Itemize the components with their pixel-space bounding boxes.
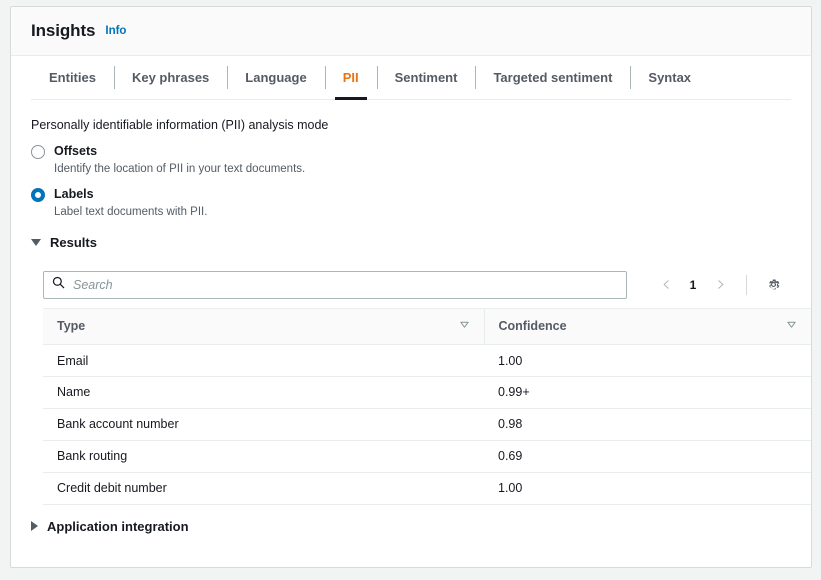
search-box[interactable]	[43, 271, 627, 299]
table-header: Type Confidence	[43, 308, 811, 344]
caret-down-icon	[31, 239, 41, 246]
tab-syntax[interactable]: Syntax	[630, 56, 709, 99]
results-table: Type Confidence	[43, 308, 811, 505]
tab-entities[interactable]: Entities	[31, 56, 114, 99]
column-label: Type	[57, 319, 85, 333]
radio-offsets-control[interactable]	[31, 145, 45, 159]
tab-label: Key phrases	[132, 70, 209, 85]
application-integration-expander[interactable]: Application integration	[31, 519, 791, 534]
cell-confidence: 1.00	[484, 472, 811, 504]
radio-labels-control[interactable]	[31, 188, 45, 202]
search-icon	[52, 276, 65, 294]
sort-descending-icon[interactable]	[459, 319, 470, 333]
tab-label: PII	[343, 70, 359, 85]
radio-offsets-text: Offsets Identify the location of PII in …	[54, 143, 305, 177]
search-input[interactable]	[73, 278, 626, 292]
tab-label: Targeted sentiment	[493, 70, 612, 85]
insights-card: Insights Info Entities Key phrases Langu…	[10, 6, 812, 568]
results-expander[interactable]: Results	[31, 235, 791, 250]
cell-type: Email	[43, 344, 484, 376]
info-link[interactable]: Info	[105, 25, 126, 37]
cell-type: Credit debit number	[43, 472, 484, 504]
tab-list: Entities Key phrases Language PII Sentim…	[31, 56, 791, 100]
tab-label: Language	[245, 70, 306, 85]
cell-confidence: 0.98	[484, 408, 811, 440]
table-row[interactable]: Name 0.99+	[43, 376, 811, 408]
caret-right-icon	[31, 521, 38, 531]
cell-type: Bank routing	[43, 440, 484, 472]
table-row[interactable]: Bank account number 0.98	[43, 408, 811, 440]
table-row[interactable]: Credit debit number 1.00	[43, 472, 811, 504]
cell-type: Bank account number	[43, 408, 484, 440]
tab-pii[interactable]: PII	[325, 56, 377, 99]
column-header-type[interactable]: Type	[43, 308, 484, 344]
radio-offsets-description: Identify the location of PII in your tex…	[54, 162, 305, 178]
cell-confidence: 0.69	[484, 440, 811, 472]
page-title: Insights	[31, 21, 95, 41]
column-label: Confidence	[499, 319, 567, 333]
table-body: Email 1.00 Name 0.99+ Bank account numbe…	[43, 344, 811, 504]
tab-label: Syntax	[648, 70, 691, 85]
table-row[interactable]: Email 1.00	[43, 344, 811, 376]
cell-confidence: 1.00	[484, 344, 811, 376]
chevron-left-icon[interactable]	[652, 271, 680, 299]
tab-label: Sentiment	[395, 70, 458, 85]
card-header: Insights Info	[11, 7, 811, 56]
gear-icon[interactable]	[759, 271, 787, 299]
results-label: Results	[50, 235, 97, 250]
tab-sentiment[interactable]: Sentiment	[377, 56, 476, 99]
tab-label: Entities	[49, 70, 96, 85]
radio-offsets-label: Offsets	[54, 143, 305, 160]
results-table-block: 1	[31, 262, 791, 505]
cell-type: Name	[43, 376, 484, 408]
tab-key-phrases[interactable]: Key phrases	[114, 56, 227, 99]
sort-descending-icon[interactable]	[786, 319, 797, 333]
radio-labels-description: Label text documents with PII.	[54, 205, 207, 221]
pagination: 1	[652, 271, 791, 299]
pagination-divider	[746, 275, 747, 295]
radio-option-offsets[interactable]: Offsets Identify the location of PII in …	[31, 143, 791, 177]
column-header-confidence[interactable]: Confidence	[484, 308, 811, 344]
chevron-right-icon[interactable]	[706, 271, 734, 299]
page-number[interactable]: 1	[682, 278, 704, 292]
pii-mode-label: Personally identifiable information (PII…	[31, 118, 791, 132]
cell-confidence: 0.99+	[484, 376, 811, 408]
radio-labels-text: Labels Label text documents with PII.	[54, 186, 207, 220]
tab-panel-pii: Personally identifiable information (PII…	[11, 100, 811, 534]
table-header-row: Type Confidence	[43, 308, 811, 344]
table-toolbar: 1	[31, 262, 791, 308]
tab-language[interactable]: Language	[227, 56, 324, 99]
radio-labels-label: Labels	[54, 186, 207, 203]
radio-option-labels[interactable]: Labels Label text documents with PII.	[31, 186, 791, 220]
application-integration-label: Application integration	[47, 519, 189, 534]
tabs-container: Entities Key phrases Language PII Sentim…	[11, 56, 811, 100]
table-row[interactable]: Bank routing 0.69	[43, 440, 811, 472]
tab-targeted-sentiment[interactable]: Targeted sentiment	[475, 56, 630, 99]
